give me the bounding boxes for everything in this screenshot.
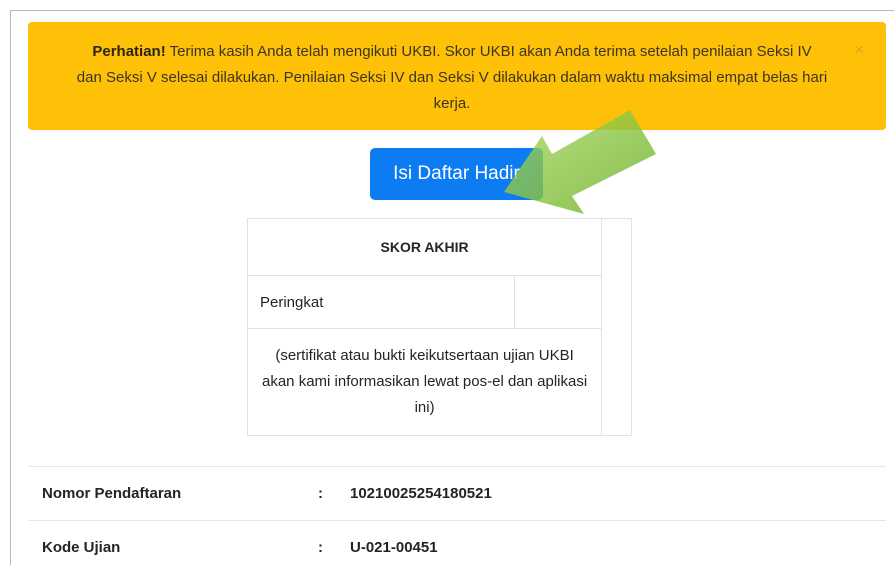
pointer-arrow-icon	[504, 110, 656, 214]
alert-title: Perhatian!	[92, 43, 166, 60]
exam-code-colon: :	[318, 539, 323, 556]
exam-code-label: Kode Ujian	[42, 539, 121, 556]
registration-number-label: Nomor Pendaftaran	[42, 485, 182, 502]
divider	[28, 520, 886, 521]
alert-message: Perhatian! Terima kasih Anda telah mengi…	[48, 39, 856, 117]
divider	[28, 466, 886, 467]
alert-text-line2: dan Seksi V selesai dilakukan. Penilaian…	[76, 69, 828, 86]
note-line3: ini)	[414, 399, 435, 416]
rank-value	[514, 275, 603, 329]
certificate-note: (sertifikat atau bukti keikutsertaan uji…	[246, 328, 603, 436]
score-table-side	[601, 218, 633, 436]
score-table-header: SKOR AKHIR	[246, 218, 603, 276]
alert-text-line3: kerja.	[433, 95, 471, 112]
alert-close-icon[interactable]: ×	[854, 40, 864, 60]
note-line2: akan kami informasikan lewat pos-el dan …	[262, 373, 588, 390]
registration-number-value: 10210025254180521	[350, 485, 492, 502]
registration-number-colon: :	[318, 485, 323, 502]
score-table: SKOR AKHIR Peringkat (sertifikat atau bu…	[246, 218, 633, 436]
exam-code-value: U-021-00451	[350, 539, 438, 556]
alert-text-line1: Terima kasih Anda telah mengikuti UKBI. …	[165, 43, 812, 60]
rank-label: Peringkat	[246, 275, 516, 329]
warning-alert: Perhatian! Terima kasih Anda telah mengi…	[28, 22, 886, 130]
note-line1: (sertifikat atau bukti keikutsertaan uji…	[275, 347, 574, 364]
